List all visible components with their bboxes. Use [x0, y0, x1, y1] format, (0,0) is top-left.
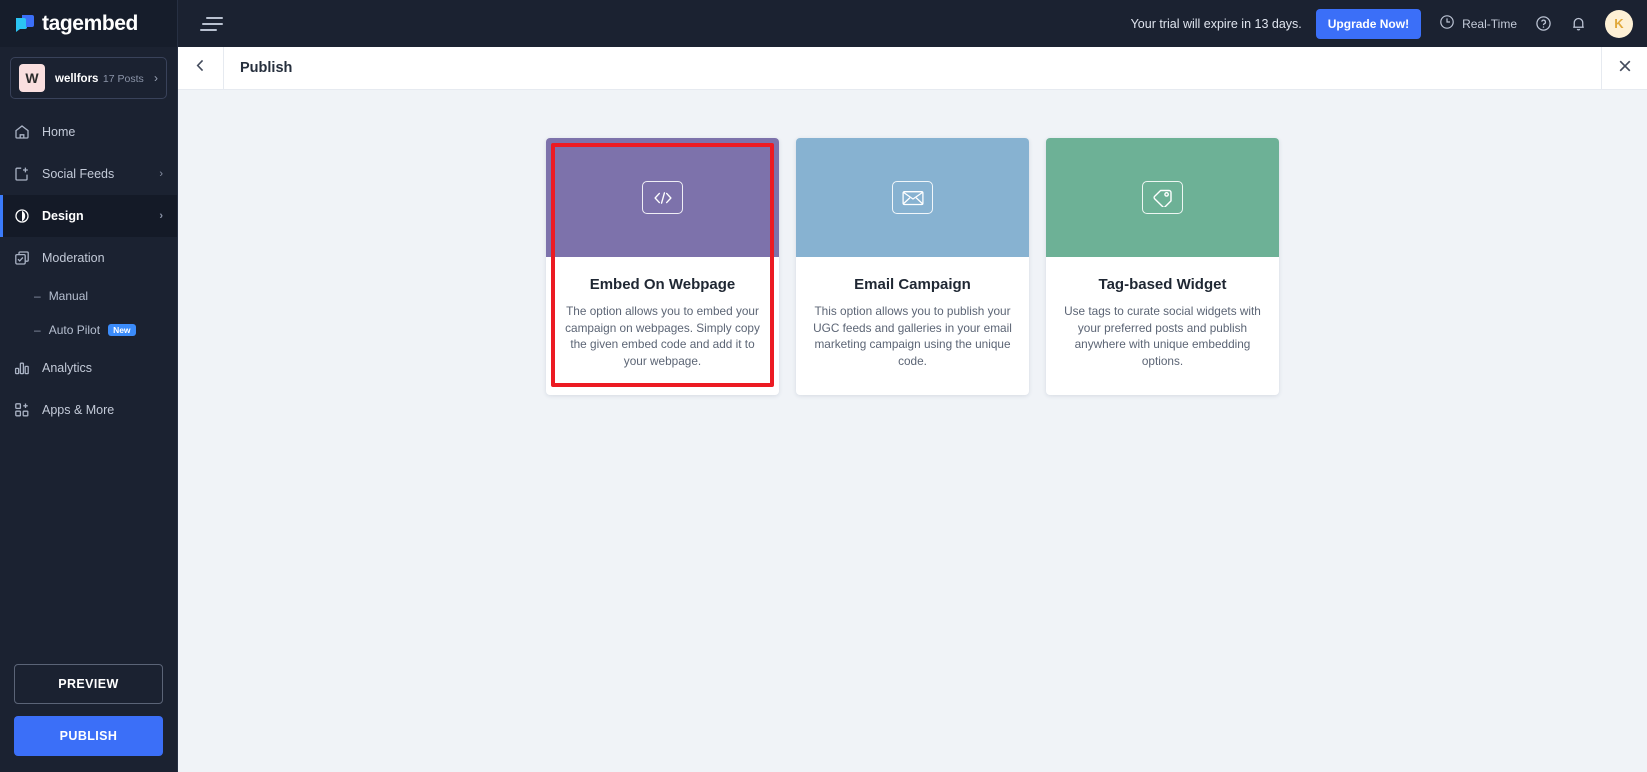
- card-embed-on-webpage[interactable]: Embed On Webpage The option allows you t…: [546, 138, 779, 395]
- account-switcher[interactable]: W wellfors 17 Posts ›: [10, 57, 167, 99]
- account-post-count: 17 Posts: [103, 73, 144, 85]
- sidebar-subitem-label: Auto Pilot: [49, 323, 100, 337]
- brand-name: tagembed: [42, 12, 138, 36]
- trial-status-text: Your trial will expire in 13 days.: [1131, 17, 1302, 31]
- realtime-label: Real-Time: [1462, 17, 1517, 31]
- tag-icon: [1142, 181, 1183, 214]
- help-circle-icon[interactable]: [1535, 15, 1552, 32]
- card-tag-based-widget[interactable]: Tag-based Widget Use tags to curate soci…: [1046, 138, 1279, 395]
- hamburger-icon[interactable]: [200, 14, 226, 34]
- sidebar-subitem-auto-pilot[interactable]: – Auto Pilot New: [0, 313, 177, 347]
- sidebar-nav: Home Social Feeds ›: [0, 111, 177, 664]
- chevron-right-icon: ›: [159, 210, 163, 222]
- sidebar-item-moderation[interactable]: Moderation: [0, 237, 177, 279]
- publish-options-area: Embed On Webpage The option allows you t…: [178, 90, 1647, 772]
- main-region: Your trial will expire in 13 days. Upgra…: [178, 0, 1647, 772]
- clock-icon: [1439, 14, 1455, 33]
- upgrade-now-button[interactable]: Upgrade Now!: [1316, 9, 1421, 39]
- sidebar-item-label: Moderation: [42, 251, 163, 265]
- chevron-right-icon: ›: [154, 71, 158, 85]
- top-bar: Your trial will expire in 13 days. Upgra…: [178, 0, 1647, 47]
- sidebar: tagembed W wellfors 17 Posts › Home: [0, 0, 178, 772]
- close-button[interactable]: [1602, 58, 1647, 79]
- page-subheader: Publish: [178, 47, 1647, 90]
- card-title: Email Campaign: [813, 276, 1012, 293]
- publish-button[interactable]: PUBLISH: [14, 716, 163, 756]
- sidebar-item-apps-and-more[interactable]: Apps & More: [0, 389, 177, 431]
- subheader-divider: [223, 47, 224, 90]
- card-description: Use tags to curate social widgets with y…: [1063, 303, 1262, 369]
- publish-card-list: Embed On Webpage The option allows you t…: [546, 138, 1279, 395]
- sidebar-item-home[interactable]: Home: [0, 111, 177, 153]
- new-badge: New: [108, 324, 135, 337]
- moderation-icon: [14, 250, 34, 266]
- sidebar-subitem-label: Manual: [49, 289, 88, 303]
- logo-bar[interactable]: tagembed: [0, 0, 177, 47]
- card-body: Embed On Webpage The option allows you t…: [546, 257, 779, 395]
- tagembed-logo-icon: [14, 13, 35, 34]
- card-title: Tag-based Widget: [1063, 276, 1262, 293]
- design-droplet-icon: [14, 208, 34, 224]
- card-hero: [1046, 138, 1279, 257]
- chevron-left-icon: [193, 58, 208, 78]
- sidebar-subitem-manual[interactable]: – Manual: [0, 279, 177, 313]
- dash-icon: –: [34, 289, 41, 303]
- apps-grid-plus-icon: [14, 402, 34, 418]
- sidebar-item-label: Design: [42, 209, 159, 223]
- feed-add-icon: [14, 166, 34, 182]
- chevron-right-icon: ›: [159, 168, 163, 180]
- app-root: tagembed W wellfors 17 Posts › Home: [0, 0, 1647, 772]
- card-hero: [796, 138, 1029, 257]
- sidebar-item-label: Social Feeds: [42, 167, 159, 181]
- page-title: Publish: [240, 60, 1601, 76]
- sidebar-item-design[interactable]: Design ›: [0, 195, 177, 237]
- bell-icon[interactable]: [1570, 15, 1587, 32]
- card-title: Embed On Webpage: [563, 276, 762, 293]
- card-description: This option allows you to publish your U…: [813, 303, 1012, 369]
- sidebar-item-label: Analytics: [42, 361, 163, 375]
- card-email-campaign[interactable]: Email Campaign This option allows you to…: [796, 138, 1029, 395]
- card-body: Email Campaign This option allows you to…: [796, 257, 1029, 395]
- card-body: Tag-based Widget Use tags to curate soci…: [1046, 257, 1279, 395]
- close-icon: [1617, 58, 1633, 79]
- sidebar-item-analytics[interactable]: Analytics: [0, 347, 177, 389]
- account-name: wellfors: [55, 73, 98, 85]
- sidebar-actions: PREVIEW PUBLISH: [0, 664, 177, 772]
- sidebar-item-label: Home: [42, 125, 163, 139]
- envelope-icon: [892, 181, 933, 214]
- sidebar-item-social-feeds[interactable]: Social Feeds ›: [0, 153, 177, 195]
- realtime-button[interactable]: Real-Time: [1439, 14, 1517, 33]
- sidebar-item-label: Apps & More: [42, 403, 163, 417]
- preview-button[interactable]: PREVIEW: [14, 664, 163, 704]
- card-description: The option allows you to embed your camp…: [563, 303, 762, 369]
- user-avatar[interactable]: K: [1605, 10, 1633, 38]
- code-brackets-icon: [642, 181, 683, 214]
- back-button[interactable]: [178, 58, 223, 78]
- dash-icon: –: [34, 323, 41, 337]
- account-avatar: W: [19, 64, 45, 92]
- card-hero: [546, 138, 779, 257]
- analytics-bars-icon: [14, 360, 34, 376]
- home-icon: [14, 124, 34, 140]
